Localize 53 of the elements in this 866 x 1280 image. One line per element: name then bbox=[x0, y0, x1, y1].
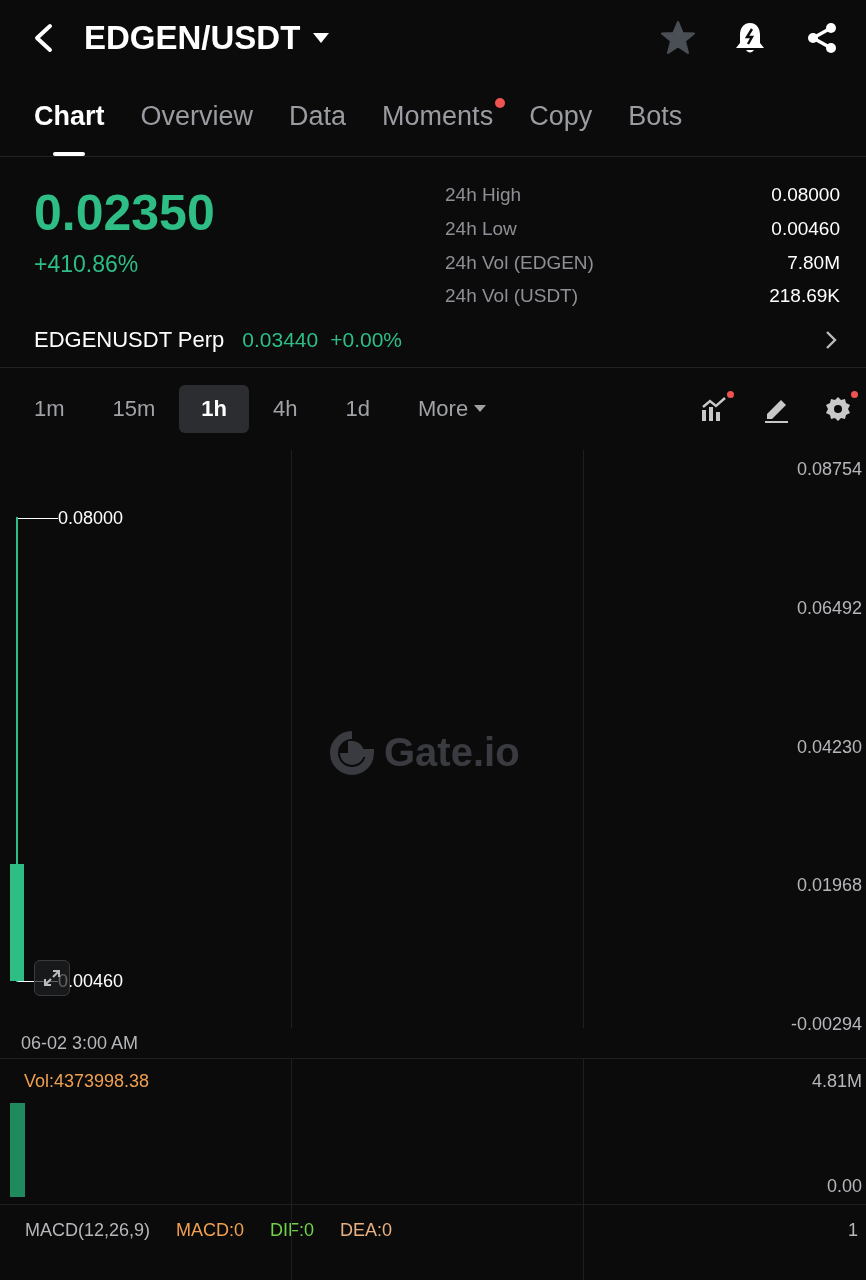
stat-value: 7.80M bbox=[786, 251, 840, 275]
macd-value: DEA:0 bbox=[340, 1220, 393, 1241]
tab[interactable]: Bots bbox=[628, 76, 683, 156]
macd-title: MACD(12,26,9) bbox=[25, 1220, 151, 1241]
perp-change: +0.00% bbox=[330, 328, 403, 352]
last-price: 0.02350 bbox=[34, 184, 216, 243]
caret-icon[interactable] bbox=[312, 32, 331, 44]
price-axis-label: -0.00294 bbox=[790, 1014, 862, 1034]
tab[interactable]: Moments bbox=[382, 76, 494, 156]
stat-label: 24h Low bbox=[445, 217, 518, 241]
price-axis-label: 0.06492 bbox=[796, 598, 862, 618]
high-price-label: 0.08000 bbox=[58, 508, 124, 528]
stat-value: 218.69K bbox=[768, 285, 840, 309]
pair-title[interactable]: EDGEN/USDT bbox=[84, 19, 301, 57]
time-axis-label: 06-02 3:00 AM bbox=[21, 1032, 139, 1054]
settings-icon[interactable] bbox=[824, 395, 852, 423]
stat-value: 0.08000 bbox=[770, 184, 840, 207]
stat-label: 24h Vol (EDGEN) bbox=[445, 251, 594, 275]
price-axis-label: 0.08754 bbox=[796, 459, 862, 479]
tab[interactable]: Overview bbox=[140, 76, 254, 156]
indicators-icon[interactable] bbox=[700, 395, 728, 423]
leader-line bbox=[18, 518, 58, 519]
interval-tab[interactable]: 4h bbox=[249, 385, 322, 433]
tab[interactable]: Chart bbox=[34, 76, 105, 156]
macd-axis-label: 1 bbox=[848, 1220, 858, 1241]
logo-icon bbox=[330, 730, 374, 775]
stat-label: 24h Vol (USDT) bbox=[445, 285, 580, 309]
price-change: +410.86% bbox=[34, 251, 140, 278]
price-axis-label: 0.01968 bbox=[796, 875, 862, 895]
low-price-label: 0.00460 bbox=[58, 971, 124, 991]
caret-icon bbox=[474, 405, 487, 413]
price-axis-label: 0.04230 bbox=[796, 737, 862, 757]
interval-tab[interactable]: 1m bbox=[10, 385, 89, 433]
perp-price: 0.03440 bbox=[242, 328, 319, 352]
stat-value: 0.00460 bbox=[770, 217, 840, 241]
perp-name[interactable]: EDGENUSDT Perp bbox=[34, 327, 225, 353]
interval-tab[interactable]: 15m bbox=[88, 385, 180, 433]
bell-icon[interactable] bbox=[734, 21, 766, 55]
macd-value: DIF:0 bbox=[270, 1220, 315, 1241]
stat-label: 24h High bbox=[445, 184, 523, 207]
interval-tab[interactable]: 1d bbox=[321, 385, 394, 433]
share-icon[interactable] bbox=[806, 22, 838, 54]
volume-axis-label: 0.00 bbox=[826, 1176, 862, 1196]
tab[interactable]: Data bbox=[289, 76, 347, 156]
more-dropdown[interactable]: More bbox=[394, 385, 511, 433]
volume-label: Vol:4373998.38 bbox=[24, 1071, 150, 1092]
tab[interactable]: Copy bbox=[529, 76, 593, 156]
tab-underline bbox=[53, 152, 86, 156]
chevron-right-icon[interactable] bbox=[824, 330, 838, 350]
star-icon[interactable] bbox=[660, 21, 696, 55]
interval-tab[interactable]: 1h bbox=[179, 385, 250, 433]
macd-value: MACD:0 bbox=[176, 1220, 245, 1241]
volume-axis-label: 4.81M bbox=[811, 1071, 862, 1091]
